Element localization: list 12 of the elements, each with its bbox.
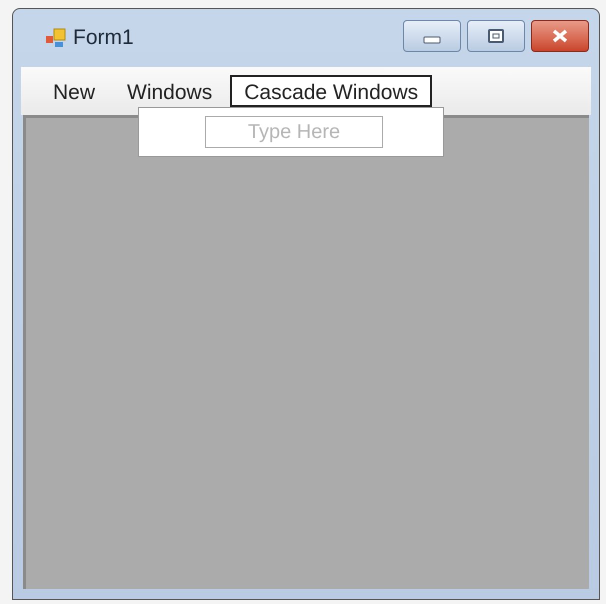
- restore-icon: [488, 29, 504, 43]
- type-here-field[interactable]: Type Here: [205, 116, 383, 148]
- menu-item[interactable]: Cascade Windows: [230, 75, 432, 107]
- menu-item[interactable]: Windows: [113, 75, 226, 107]
- maximize-button[interactable]: [467, 20, 525, 52]
- close-button[interactable]: [531, 20, 589, 52]
- close-icon: [551, 29, 569, 43]
- window-title: Form1: [73, 25, 134, 52]
- form-icon: [45, 27, 67, 49]
- menu-item[interactable]: New: [39, 75, 110, 107]
- minimize-icon: [423, 36, 441, 44]
- minimize-button[interactable]: [403, 20, 461, 52]
